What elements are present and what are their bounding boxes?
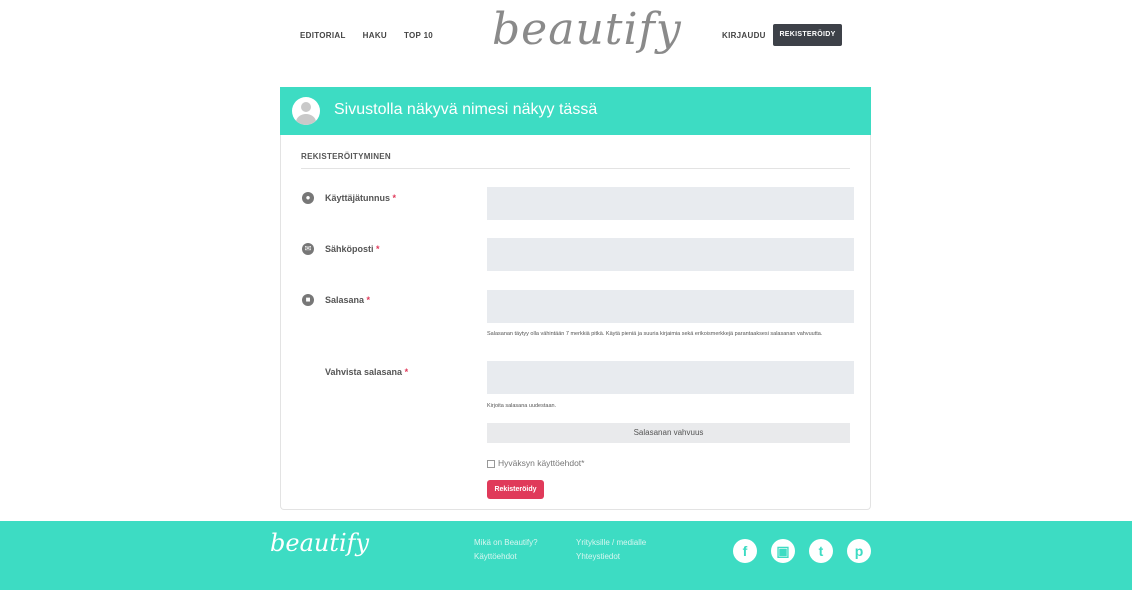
confirm-label: Vahvista salasana * <box>325 367 408 377</box>
email-label-text: Sähköposti <box>325 244 374 254</box>
divider <box>301 168 850 169</box>
section-title: REKISTERÖITYMINEN <box>301 152 391 161</box>
username-label: Käyttäjätunnus * <box>325 193 396 203</box>
username-label-text: Käyttäjätunnus <box>325 193 391 203</box>
password-input[interactable] <box>487 290 854 323</box>
required-mark: * <box>376 244 380 254</box>
register-button[interactable]: REKISTERÖIDY <box>773 24 842 46</box>
email-input[interactable] <box>487 238 854 271</box>
nav-top10[interactable]: TOP 10 <box>404 31 433 40</box>
username-input[interactable] <box>487 187 854 220</box>
required-mark: * <box>366 295 371 305</box>
envelope-icon: ✉ <box>302 243 314 255</box>
pinterest-icon[interactable]: p <box>847 539 871 563</box>
site-logo[interactable]: beautify <box>492 4 682 55</box>
footer-link-business[interactable]: Yrityksille / medialle <box>576 538 646 547</box>
password-label: Salasana * <box>325 295 370 305</box>
instagram-icon[interactable]: ▣ <box>771 539 795 563</box>
confirm-password-input[interactable] <box>487 361 854 394</box>
display-name-title: Sivustolla näkyvä nimesi näkyy tässä <box>334 101 598 118</box>
facebook-icon[interactable]: f <box>733 539 757 563</box>
avatar-icon <box>292 97 320 125</box>
required-mark: * <box>392 193 397 203</box>
email-label: Sähköposti * <box>325 244 380 254</box>
confirm-hint: Kirjoita salasana uudestaan. <box>487 403 557 409</box>
user-icon: ● <box>302 192 314 204</box>
terms-checkbox[interactable] <box>487 459 495 468</box>
footer: beautify Mikä on Beautify? Käyttöehdot Y… <box>0 521 1132 590</box>
terms-label: Hyväksyn käyttöehdot* <box>498 458 585 468</box>
footer-logo[interactable]: beautify <box>270 529 369 557</box>
lock-icon: ■ <box>302 294 314 306</box>
required-mark: * <box>404 367 409 377</box>
footer-link-about[interactable]: Mikä on Beautify? <box>474 538 538 547</box>
twitter-icon[interactable]: t <box>809 539 833 563</box>
card-header: Sivustolla näkyvä nimesi näkyy tässä <box>280 87 871 135</box>
password-label-text: Salasana <box>325 295 365 305</box>
terms-row[interactable]: Hyväksyn käyttöehdot* <box>487 458 584 468</box>
password-strength-meter: Salasanan vahvuus <box>487 423 850 443</box>
submit-button[interactable]: Rekisteröidy <box>487 480 544 499</box>
main-nav: EDITORIAL HAKU TOP 10 <box>300 31 450 40</box>
login-link[interactable]: KIRJAUDU <box>722 31 766 40</box>
nav-haku[interactable]: HAKU <box>363 31 387 40</box>
password-hint: Salasanan täytyy olla vähintään 7 merkki… <box>487 331 823 337</box>
nav-editorial[interactable]: EDITORIAL <box>300 31 346 40</box>
footer-link-contact[interactable]: Yhteystiedot <box>576 552 620 561</box>
footer-link-terms[interactable]: Käyttöehdot <box>474 552 517 561</box>
confirm-label-text: Vahvista salasana <box>325 367 403 377</box>
